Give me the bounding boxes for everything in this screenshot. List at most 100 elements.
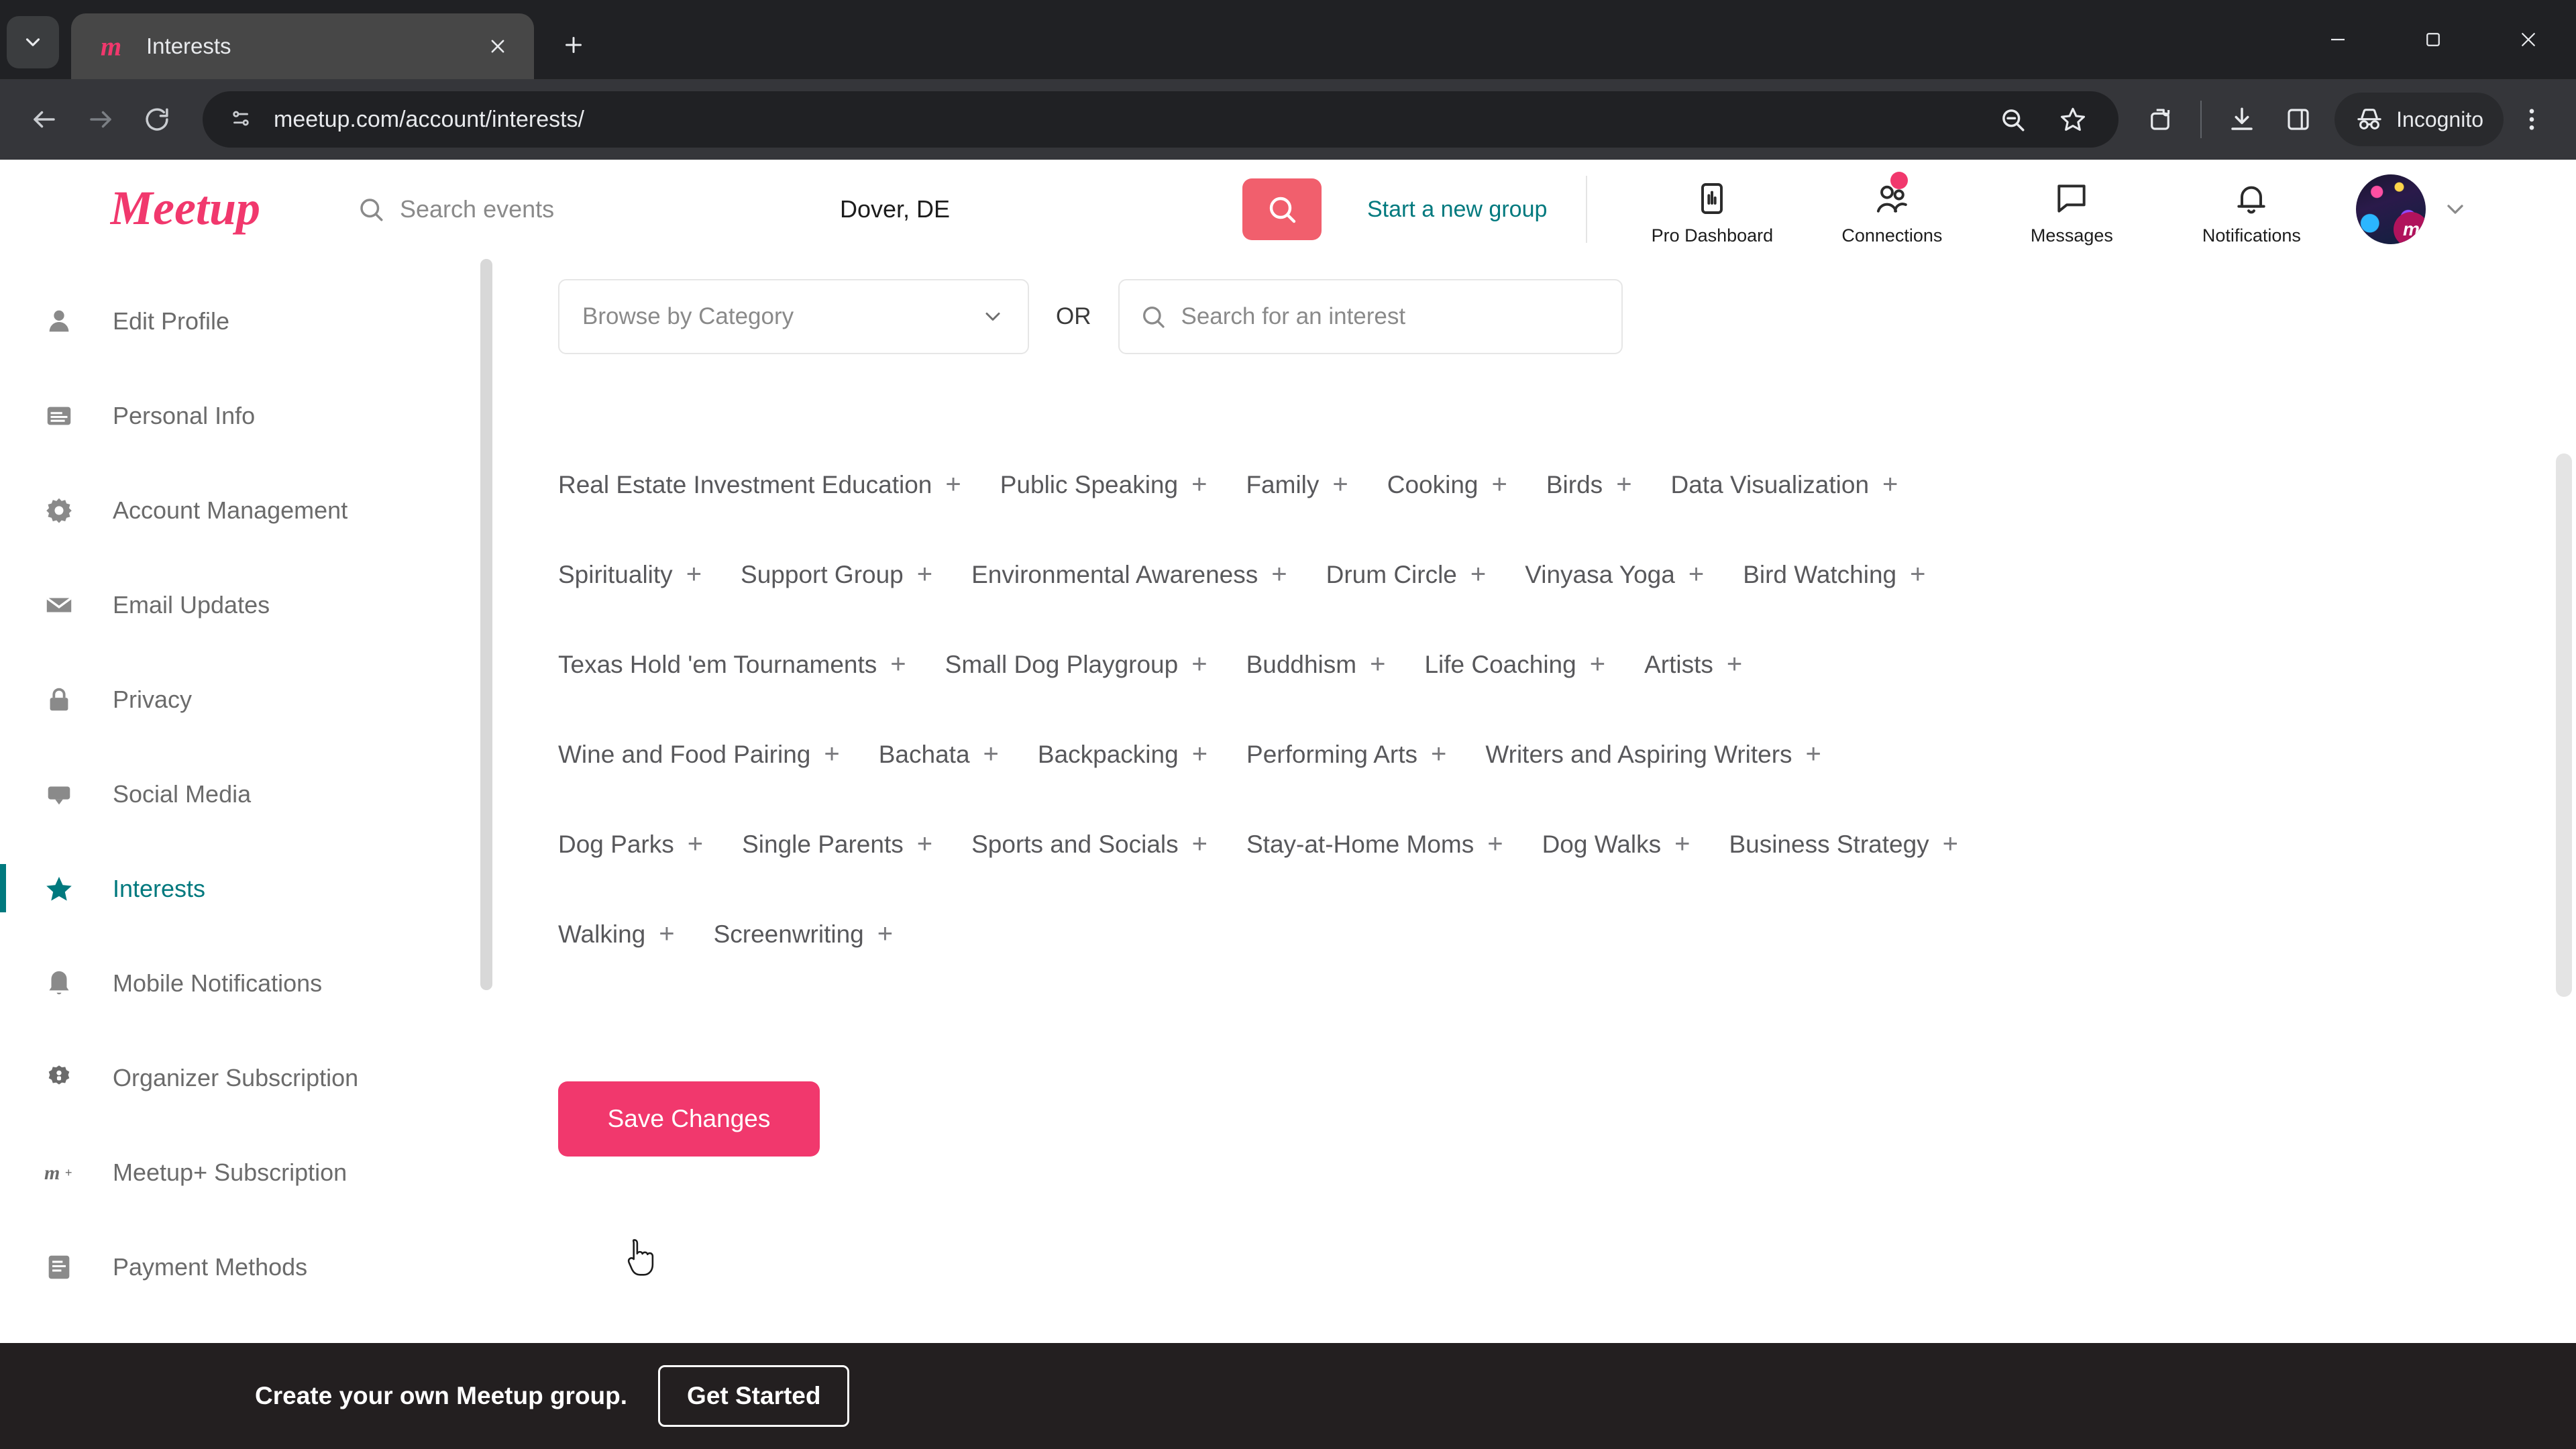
interest-tag[interactable]: Public Speaking +	[1000, 471, 1208, 499]
add-interest-icon[interactable]: +	[945, 471, 961, 498]
interest-tag[interactable]: Support Group +	[741, 561, 932, 589]
back-button[interactable]	[16, 91, 72, 148]
avatar[interactable]: m	[2356, 174, 2426, 244]
extensions-button[interactable]	[2132, 91, 2188, 148]
sidebar-item-social-media[interactable]: Social Media	[0, 747, 498, 841]
chrome-menu-button[interactable]	[2504, 91, 2560, 148]
add-interest-icon[interactable]: +	[1487, 830, 1503, 857]
location-input[interactable]: Dover, DE	[826, 195, 1242, 223]
close-icon[interactable]	[482, 30, 514, 62]
add-interest-icon[interactable]: +	[1271, 561, 1287, 588]
add-interest-icon[interactable]: +	[1470, 561, 1486, 588]
add-interest-icon[interactable]: +	[1370, 651, 1385, 678]
minimize-button[interactable]	[2290, 0, 2385, 79]
interest-tag[interactable]: Single Parents +	[742, 830, 932, 859]
interest-tag[interactable]: Dog Parks +	[558, 830, 703, 859]
sidebar-item-payment-methods[interactable]: Payment Methods	[0, 1220, 498, 1314]
add-interest-icon[interactable]: +	[688, 830, 703, 857]
search-submit-button[interactable]	[1242, 178, 1322, 240]
interest-tag[interactable]: Life Coaching +	[1424, 651, 1605, 679]
nav-item-pro-dashboard[interactable]: Pro Dashboard	[1622, 173, 1802, 246]
save-changes-button[interactable]: Save Changes	[558, 1081, 820, 1157]
add-interest-icon[interactable]: +	[1806, 741, 1821, 767]
meetup-logo[interactable]: Meetup	[110, 180, 278, 239]
interest-tag[interactable]: Vinyasa Yoga +	[1525, 561, 1704, 589]
nav-item-connections[interactable]: Connections	[1802, 171, 1982, 246]
sidebar-item-privacy[interactable]: Privacy	[0, 652, 498, 747]
add-interest-icon[interactable]: +	[1492, 471, 1507, 498]
interest-tag[interactable]: Texas Hold 'em Tournaments +	[558, 651, 906, 679]
bookmark-star-icon[interactable]	[2045, 91, 2101, 148]
interest-tag[interactable]: Screenwriting +	[714, 920, 894, 949]
add-interest-icon[interactable]: +	[890, 651, 906, 678]
interest-tag[interactable]: Writers and Aspiring Writers +	[1485, 741, 1821, 769]
interest-tag[interactable]: Performing Arts +	[1246, 741, 1446, 769]
zoom-out-icon[interactable]	[1984, 91, 2041, 148]
interest-tag[interactable]: Walking +	[558, 920, 675, 949]
maximize-button[interactable]	[2385, 0, 2481, 79]
interest-tag[interactable]: Birds +	[1546, 471, 1632, 499]
site-info-icon[interactable]	[220, 99, 262, 140]
nav-item-notifications[interactable]: Notifications	[2161, 173, 2341, 246]
add-interest-icon[interactable]: +	[983, 741, 999, 767]
add-interest-icon[interactable]: +	[1590, 651, 1605, 678]
browse-by-category-select[interactable]: Browse by Category	[558, 279, 1029, 354]
sidebar-item-email-updates[interactable]: Email Updates	[0, 557, 498, 652]
interest-tag[interactable]: Real Estate Investment Education +	[558, 471, 961, 499]
tab-search-button[interactable]	[7, 16, 59, 68]
add-interest-icon[interactable]: +	[1192, 741, 1208, 767]
add-interest-icon[interactable]: +	[1332, 471, 1348, 498]
interest-tag[interactable]: Spirituality +	[558, 561, 702, 589]
add-interest-icon[interactable]: +	[1616, 471, 1631, 498]
add-interest-icon[interactable]: +	[1943, 830, 1958, 857]
sidebar-item-personal-info[interactable]: Personal Info	[0, 368, 498, 463]
incognito-indicator[interactable]: Incognito	[2334, 93, 2504, 146]
interest-tag[interactable]: Artists +	[1644, 651, 1742, 679]
add-interest-icon[interactable]: +	[1191, 471, 1207, 498]
add-interest-icon[interactable]: +	[917, 830, 932, 857]
interest-tag[interactable]: Data Visualization +	[1671, 471, 1898, 499]
interest-tag[interactable]: Bird Watching +	[1743, 561, 1925, 589]
interest-tag[interactable]: Small Dog Playgroup +	[945, 651, 1208, 679]
sidebar-item-edit-profile[interactable]: Edit Profile	[0, 274, 498, 368]
forward-button[interactable]	[72, 91, 129, 148]
interest-tag[interactable]: Wine and Food Pairing +	[558, 741, 840, 769]
interest-tag[interactable]: Environmental Awareness +	[971, 561, 1287, 589]
interest-tag[interactable]: Business Strategy +	[1729, 830, 1958, 859]
get-started-button[interactable]: Get Started	[658, 1365, 850, 1427]
interest-tag[interactable]: Drum Circle +	[1326, 561, 1487, 589]
page-scrollbar-thumb[interactable]	[2556, 453, 2572, 997]
interest-tag[interactable]: Backpacking +	[1038, 741, 1208, 769]
add-interest-icon[interactable]: +	[686, 561, 702, 588]
account-menu[interactable]: m	[2356, 174, 2474, 244]
interest-tag[interactable]: Cooking +	[1387, 471, 1507, 499]
add-interest-icon[interactable]: +	[824, 741, 839, 767]
interest-tag[interactable]: Buddhism +	[1246, 651, 1386, 679]
close-window-button[interactable]	[2481, 0, 2576, 79]
sidebar-item-interests[interactable]: Interests	[0, 841, 498, 936]
add-interest-icon[interactable]: +	[1910, 561, 1925, 588]
add-interest-icon[interactable]: +	[1431, 741, 1446, 767]
add-interest-icon[interactable]: +	[1674, 830, 1690, 857]
interest-tag[interactable]: Family +	[1246, 471, 1348, 499]
nav-item-messages[interactable]: Messages	[1982, 173, 2161, 246]
address-bar[interactable]: meetup.com/account/interests/	[203, 91, 2119, 148]
side-panel-button[interactable]	[2270, 91, 2326, 148]
interest-tag[interactable]: Bachata +	[879, 741, 999, 769]
chevron-down-icon[interactable]	[2436, 191, 2474, 228]
interest-tag[interactable]: Stay-at-Home Moms +	[1246, 830, 1503, 859]
search-interest-input[interactable]: Search for an interest	[1118, 279, 1623, 354]
add-interest-icon[interactable]: +	[1191, 651, 1207, 678]
interest-tag[interactable]: Dog Walks +	[1542, 830, 1690, 859]
add-interest-icon[interactable]: +	[1688, 561, 1704, 588]
browser-tab[interactable]: m Interests	[71, 13, 534, 79]
sidebar-item-organizer-subscription[interactable]: Organizer Subscription	[0, 1030, 498, 1125]
interest-tag[interactable]: Sports and Socials +	[971, 830, 1208, 859]
add-interest-icon[interactable]: +	[877, 920, 893, 947]
start-new-group-link[interactable]: Start a new group	[1367, 197, 1547, 223]
search-events-input[interactable]: Search events	[357, 195, 826, 223]
add-interest-icon[interactable]: +	[1192, 830, 1208, 857]
sidebar-scrollbar-thumb[interactable]	[480, 259, 492, 990]
sidebar-item-account-management[interactable]: Account Management	[0, 463, 498, 557]
reload-button[interactable]	[129, 91, 185, 148]
